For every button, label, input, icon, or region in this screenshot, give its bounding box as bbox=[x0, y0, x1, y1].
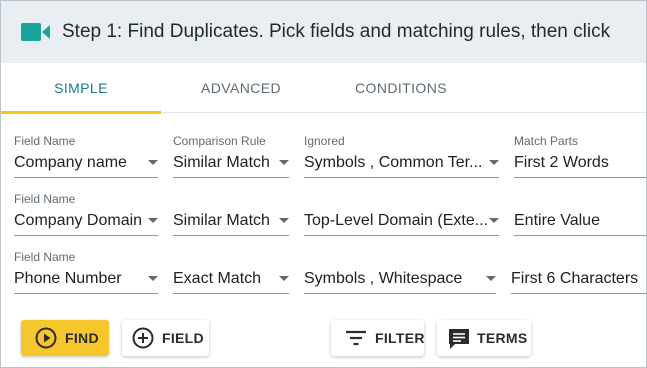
find-button[interactable]: FIND bbox=[21, 320, 109, 356]
play-circle-icon bbox=[35, 327, 57, 349]
match-parts-dropdown[interactable]: Entire Value bbox=[514, 206, 646, 236]
match-parts-value: First 6 Characters bbox=[511, 269, 639, 287]
comparison-rule-dropdown[interactable]: Similar Match bbox=[173, 148, 289, 178]
ignored-value: Symbols , Common Ter... bbox=[304, 153, 483, 171]
match-parts-select: First 6 Characters bbox=[511, 250, 646, 300]
comparison-rule-select: Exact Match bbox=[173, 250, 289, 300]
comparison-rule-value: Similar Match bbox=[173, 211, 270, 229]
caret-down-icon bbox=[489, 218, 499, 223]
rule-row: Field Name Company Domain Similar Match … bbox=[1, 192, 646, 242]
rule-row: Field Name Phone Number Exact Match Symb… bbox=[1, 250, 646, 300]
field-name-dropdown[interactable]: Phone Number bbox=[14, 264, 158, 294]
field-name-select: Field Name Phone Number bbox=[14, 250, 158, 300]
comparison-rule-label: Comparison Rule bbox=[173, 134, 266, 148]
caret-down-icon bbox=[279, 276, 289, 281]
ignored-value: Top-Level Domain (Exte... bbox=[304, 211, 489, 229]
caret-down-icon bbox=[148, 160, 158, 165]
ignored-value: Symbols , Whitespace bbox=[304, 269, 463, 287]
comparison-rule-select: Comparison Rule Similar Match bbox=[173, 134, 289, 184]
field-name-value: Phone Number bbox=[14, 269, 122, 287]
comparison-rule-dropdown[interactable]: Exact Match bbox=[173, 264, 289, 294]
field-name-dropdown[interactable]: Company Domain bbox=[14, 206, 158, 236]
field-name-dropdown[interactable]: Company name bbox=[14, 148, 158, 178]
field-button-label: FIELD bbox=[162, 330, 204, 346]
tab-advanced[interactable]: ADVANCED bbox=[161, 63, 321, 113]
caret-down-icon bbox=[279, 218, 289, 223]
match-parts-value: First 2 Words bbox=[514, 153, 609, 171]
ignored-select: Top-Level Domain (Exte... bbox=[304, 192, 499, 242]
comparison-rule-value: Similar Match bbox=[173, 153, 270, 171]
ignored-dropdown[interactable]: Top-Level Domain (Exte... bbox=[304, 206, 499, 236]
comparison-rule-value: Exact Match bbox=[173, 269, 262, 287]
field-name-label: Field Name bbox=[14, 250, 76, 264]
comparison-rule-select: Similar Match bbox=[173, 192, 289, 242]
filter-button-label: FILTER bbox=[375, 330, 425, 346]
match-parts-select: Match Parts First 2 Words bbox=[514, 134, 646, 184]
terms-button-label: TERMS bbox=[477, 330, 528, 346]
add-field-button[interactable]: FIELD bbox=[122, 320, 209, 356]
caret-down-icon bbox=[148, 218, 158, 223]
tab-bar: SIMPLE ADVANCED CONDITIONS bbox=[1, 63, 646, 114]
ignored-select: Ignored Symbols , Common Ter... bbox=[304, 134, 499, 184]
filter-icon bbox=[345, 327, 367, 349]
terms-button[interactable]: TERMS bbox=[437, 320, 531, 356]
comparison-rule-dropdown[interactable]: Similar Match bbox=[173, 206, 289, 236]
find-button-label: FIND bbox=[65, 330, 99, 346]
comment-icon bbox=[447, 327, 469, 349]
rule-row: Field Name Company name Comparison Rule … bbox=[1, 134, 646, 184]
add-circle-icon bbox=[132, 327, 154, 349]
caret-down-icon bbox=[279, 160, 289, 165]
match-parts-dropdown[interactable]: First 6 Characters bbox=[511, 264, 646, 294]
field-name-select: Field Name Company name bbox=[14, 134, 158, 184]
ignored-dropdown[interactable]: Symbols , Whitespace bbox=[304, 264, 496, 294]
match-parts-select: Entire Value bbox=[514, 192, 646, 242]
ignored-select: Symbols , Whitespace bbox=[304, 250, 496, 300]
match-parts-label: Match Parts bbox=[514, 134, 579, 148]
caret-down-icon bbox=[489, 160, 499, 165]
step-title: Step 1: Find Duplicates. Pick fields and… bbox=[62, 21, 611, 42]
ignored-label: Ignored bbox=[304, 134, 345, 148]
ignored-dropdown[interactable]: Symbols , Common Ter... bbox=[304, 148, 499, 178]
field-name-select: Field Name Company Domain bbox=[14, 192, 158, 242]
match-parts-value: Entire Value bbox=[514, 211, 600, 229]
field-name-value: Company Domain bbox=[14, 211, 143, 229]
filter-button[interactable]: FILTER bbox=[331, 320, 424, 356]
match-parts-dropdown[interactable]: First 2 Words bbox=[514, 148, 646, 178]
tab-simple[interactable]: SIMPLE bbox=[1, 63, 161, 114]
caret-down-icon bbox=[148, 276, 158, 281]
field-name-label: Field Name bbox=[14, 192, 76, 206]
field-name-value: Company name bbox=[14, 153, 127, 171]
tab-conditions[interactable]: CONDITIONS bbox=[321, 63, 481, 113]
video-camera-icon bbox=[21, 22, 51, 42]
caret-down-icon bbox=[486, 276, 496, 281]
field-name-label: Field Name bbox=[14, 134, 76, 148]
step-header: Step 1: Find Duplicates. Pick fields and… bbox=[1, 1, 646, 63]
